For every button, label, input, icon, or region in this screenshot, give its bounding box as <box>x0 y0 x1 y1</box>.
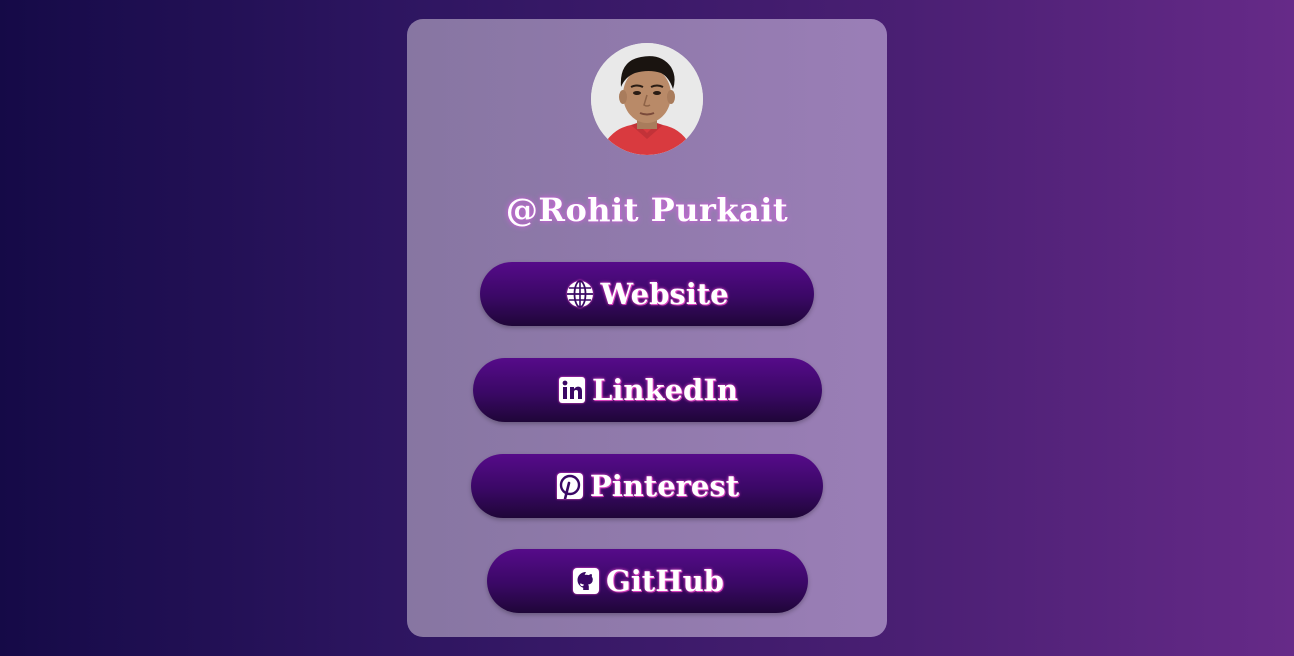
pinterest-icon <box>555 471 585 501</box>
avatar <box>591 43 703 155</box>
pinterest-link-label: Pinterest <box>589 469 740 503</box>
linkedin-icon <box>557 375 587 405</box>
profile-handle: @Rohit Purkait <box>505 191 789 229</box>
github-link-button[interactable]: GitHub <box>487 549 808 613</box>
pinterest-link-button[interactable]: Pinterest <box>471 454 823 518</box>
website-link-label: Website <box>600 277 729 311</box>
avatar-photo <box>591 43 703 155</box>
globe-icon <box>565 279 595 309</box>
website-link-button[interactable]: Website <box>480 262 814 326</box>
linkedin-link-button[interactable]: LinkedIn <box>473 358 822 422</box>
linkedin-link-label: LinkedIn <box>592 373 738 407</box>
github-icon <box>571 566 601 596</box>
profile-card: @Rohit Purkait Website LinkedIn Pinteres… <box>407 19 887 637</box>
github-link-label: GitHub <box>606 564 724 598</box>
